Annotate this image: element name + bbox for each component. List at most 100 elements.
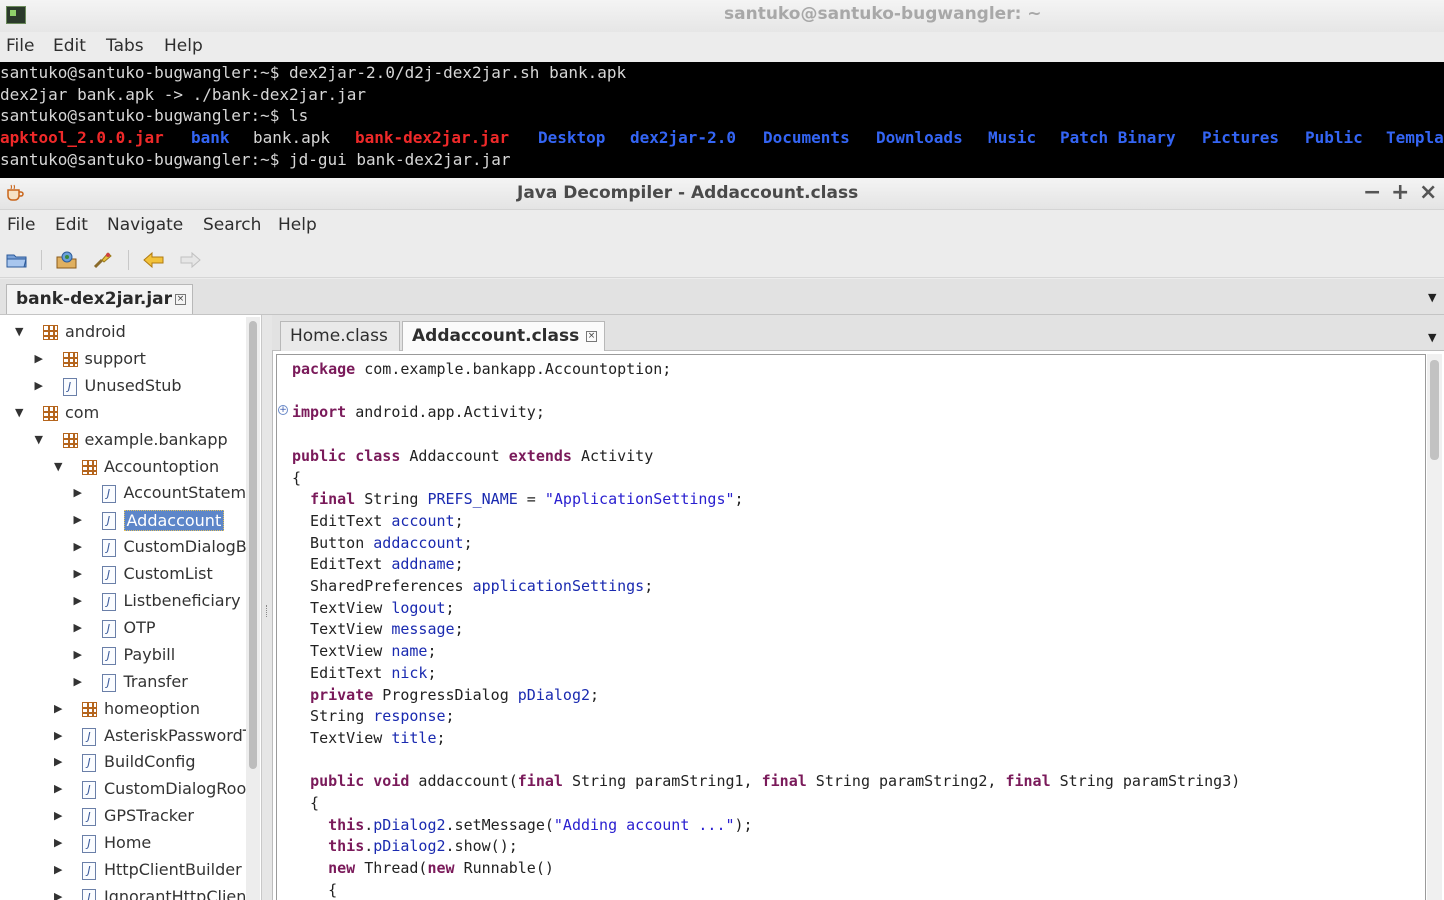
- code-text: =: [517, 490, 545, 509]
- tree-package-node[interactable]: ▼ Accountoption: [0, 455, 246, 481]
- expand-arrow-icon[interactable]: ▶: [74, 513, 86, 526]
- source-code-view[interactable]: + package com.example.bankapp.Accountopt…: [272, 351, 1444, 900]
- tree-class-node[interactable]: ▶ J HttpClientBuilder: [0, 858, 246, 884]
- tree-class-node[interactable]: ▶ J OTP: [0, 616, 246, 642]
- code-text: TextView: [292, 728, 392, 747]
- terminal-menu-help[interactable]: Help: [164, 36, 203, 56]
- expand-arrow-icon[interactable]: ▶: [74, 648, 86, 661]
- expand-arrow-icon[interactable]: ▶: [54, 782, 66, 795]
- code-line: TextView name;: [292, 641, 436, 663]
- code-keyword: final: [310, 490, 356, 509]
- tree-class-node[interactable]: ▶ J Home: [0, 831, 246, 857]
- code-scrollbar-thumb[interactable]: [1430, 360, 1439, 460]
- class-file-icon: J: [101, 673, 116, 692]
- expand-arrow-icon[interactable]: ▶: [74, 621, 86, 634]
- maximize-icon[interactable]: +: [1391, 180, 1409, 205]
- tree-class-node[interactable]: ▶ J Addaccount: [0, 508, 246, 534]
- collapse-arrow-icon[interactable]: ▼: [54, 460, 66, 473]
- expand-arrow-icon[interactable]: ▶: [74, 675, 86, 688]
- code-keyword: private: [310, 685, 374, 704]
- tree-node-label: IgnorantHttpClient: [104, 886, 253, 900]
- terminal-menu-tabs[interactable]: Tabs: [106, 36, 144, 56]
- tree-package-node[interactable]: ▶ homeoption: [0, 697, 246, 723]
- collapse-arrow-icon[interactable]: ▼: [15, 325, 27, 338]
- tree-class-node[interactable]: ▶ J CustomDialogRoot: [0, 777, 253, 803]
- terminal-menu-edit[interactable]: Edit: [53, 36, 86, 56]
- expand-arrow-icon[interactable]: ▶: [54, 702, 66, 715]
- tab-list-dropdown-icon[interactable]: ▼: [1428, 331, 1436, 344]
- package-icon: [82, 701, 97, 717]
- tab-list-dropdown-icon[interactable]: ▼: [1428, 291, 1436, 304]
- ls-entry: Desktop: [538, 128, 606, 147]
- tree-scrollbar-thumb[interactable]: [249, 321, 257, 769]
- code-text: String: [355, 490, 428, 509]
- minimize-icon[interactable]: −: [1363, 180, 1381, 205]
- code-text: String paramString1,: [562, 772, 762, 791]
- expand-arrow-icon[interactable]: ▶: [35, 352, 47, 365]
- tree-class-node[interactable]: ▶ J Transfer: [0, 670, 246, 696]
- expand-arrow-icon[interactable]: ▶: [54, 729, 66, 742]
- tree-package-node[interactable]: ▼ com: [0, 401, 246, 427]
- tree-class-node[interactable]: ▶ J IgnorantHttpClient: [0, 885, 253, 900]
- close-tab-icon[interactable]: ×: [175, 294, 186, 305]
- tree-scrollbar[interactable]: [246, 317, 260, 900]
- tree-package-node[interactable]: ▼ example.bankapp: [0, 428, 246, 454]
- tree-class-node[interactable]: ▶ J Paybill: [0, 643, 246, 669]
- tab-addaccount-class[interactable]: Addaccount.class ×: [402, 321, 605, 351]
- menu-file[interactable]: File: [7, 215, 35, 235]
- code-text: Addaccount: [400, 446, 509, 465]
- tree-class-node[interactable]: ▶ J UnusedStub: [0, 374, 246, 400]
- package-icon: [43, 325, 58, 340]
- terminal-menu-file[interactable]: File: [6, 36, 34, 56]
- code-text: .setMessage(: [445, 815, 554, 834]
- open-type-icon[interactable]: [55, 250, 79, 270]
- expand-arrow-icon[interactable]: ▶: [54, 809, 66, 822]
- tab-home-class[interactable]: Home.class: [280, 321, 400, 351]
- expand-arrow-icon[interactable]: ▶: [54, 863, 66, 876]
- menu-help[interactable]: Help: [278, 215, 317, 235]
- tree-class-node[interactable]: ▶ J BuildConfig: [0, 750, 246, 776]
- menu-search[interactable]: Search: [203, 215, 261, 235]
- collapse-arrow-icon[interactable]: ▼: [35, 433, 47, 446]
- code-text: ProgressDialog: [373, 685, 518, 704]
- menu-navigate[interactable]: Navigate: [107, 215, 183, 235]
- tree-node-label: example.bankapp: [84, 429, 228, 449]
- tree-class-node[interactable]: ▶ J Listbeneficiary: [0, 589, 246, 615]
- panel-splitter[interactable]: [262, 315, 272, 900]
- class-file-icon: J: [82, 727, 96, 746]
- tree-class-node[interactable]: ▶ J CustomList: [0, 562, 246, 588]
- tree-class-node[interactable]: ▶ J AccountStatem: [0, 481, 246, 507]
- tree-package-node[interactable]: ▶ support: [0, 347, 246, 373]
- splitter-grip[interactable]: [266, 605, 269, 617]
- tree-package-node[interactable]: ▼ android: [0, 320, 246, 346]
- code-scrollbar[interactable]: [1427, 354, 1442, 900]
- tree-class-node[interactable]: ▶ J GPSTracker: [0, 804, 246, 830]
- code-text: .: [364, 837, 374, 856]
- package-tree[interactable]: ▼ android ▶ support ▶ J UnusedStub ▼ com ▼ example…: [0, 315, 262, 900]
- expand-arrow-icon[interactable]: ▶: [74, 486, 86, 499]
- expand-imports-icon[interactable]: +: [278, 405, 288, 415]
- collapse-arrow-icon[interactable]: ▼: [15, 406, 27, 419]
- tree-class-node[interactable]: ▶ J CustomDialogBe: [0, 535, 257, 561]
- menu-edit[interactable]: Edit: [55, 215, 88, 235]
- expand-arrow-icon[interactable]: ▶: [74, 594, 86, 607]
- close-tab-icon[interactable]: ×: [586, 331, 597, 342]
- tree-node-label: CustomList: [123, 564, 213, 584]
- terminal-line: dex2jar bank.apk -> ./bank-dex2jar.jar: [0, 85, 367, 104]
- tree-class-node[interactable]: ▶ J AsteriskPasswordTr: [0, 724, 257, 750]
- close-icon[interactable]: ×: [1419, 180, 1437, 205]
- expand-arrow-icon[interactable]: ▶: [74, 540, 86, 553]
- terminal-output[interactable]: santuko@santuko-bugwangler:~$ dex2jar-2.…: [0, 62, 1444, 178]
- open-icon[interactable]: [5, 250, 29, 270]
- expand-arrow-icon[interactable]: ▶: [54, 836, 66, 849]
- expand-arrow-icon[interactable]: ▶: [74, 567, 86, 580]
- jdgui-menubar: File Edit Navigate Search Help: [0, 210, 1444, 242]
- expand-arrow-icon[interactable]: ▶: [35, 379, 47, 392]
- expand-arrow-icon[interactable]: ▶: [54, 890, 66, 900]
- expand-arrow-icon[interactable]: ▶: [54, 755, 66, 768]
- tree-node-label: Transfer: [123, 671, 188, 691]
- search-icon[interactable]: [91, 250, 115, 270]
- back-icon[interactable]: [142, 250, 166, 270]
- forward-icon[interactable]: [178, 250, 202, 270]
- tab-bank-dex2jar[interactable]: bank-dex2jar.jar ×: [6, 284, 193, 314]
